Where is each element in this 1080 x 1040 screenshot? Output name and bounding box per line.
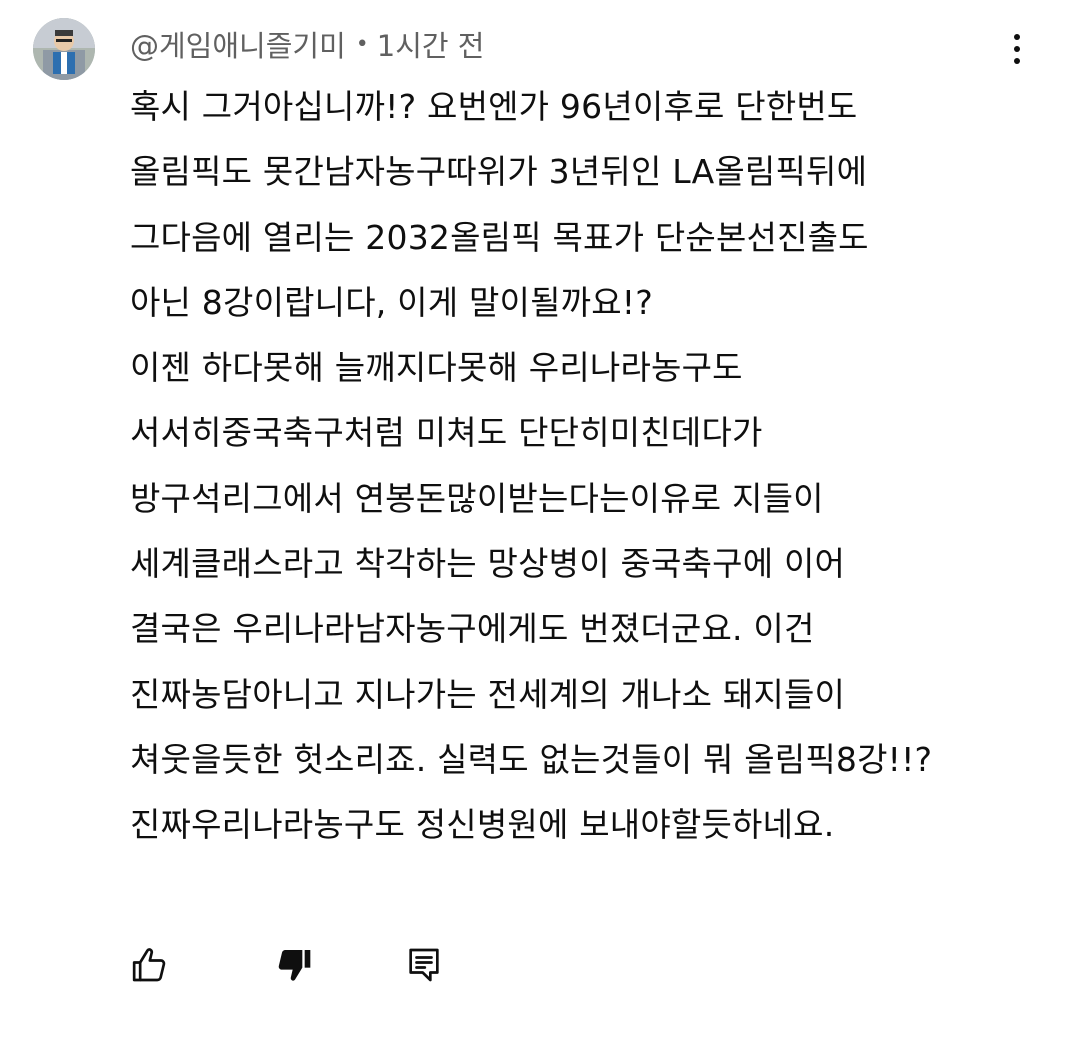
avatar-image bbox=[33, 18, 95, 80]
comment-line: 올림픽도 못간남자농구따위가 3년뒤인 LA올림픽뒤에 bbox=[130, 152, 868, 192]
more-options-button[interactable] bbox=[1000, 28, 1034, 70]
more-vert-icon bbox=[1014, 34, 1020, 40]
separator-dot: • bbox=[355, 31, 369, 57]
more-vert-dot bbox=[1014, 46, 1020, 52]
comment-item: @게임애니즐기미 • 1시간 전 혹시 그거아십니까!? 요번엔가 96년이후로… bbox=[0, 0, 1080, 1040]
comment-line: 진짜우리나라농구도 정신병원에 보내야할듯하네요. bbox=[130, 805, 835, 845]
comment-line: 쳐웃을듯한 헛소리죠. 실력도 없는것들이 뭐 올림픽8강!!? bbox=[130, 739, 933, 779]
dislike-button[interactable] bbox=[271, 942, 317, 988]
comment-line: 아닌 8강이랍니다, 이게 말이될까요!? bbox=[130, 282, 653, 322]
comment-text: 혹시 그거아십니까!? 요번엔가 96년이후로 단한번도 올림픽도 못간남자농구… bbox=[130, 74, 1030, 858]
avatar[interactable] bbox=[33, 18, 95, 80]
comment-line: 혹시 그거아십니까!? 요번엔가 96년이후로 단한번도 bbox=[130, 87, 858, 126]
timestamp[interactable]: 1시간 전 bbox=[377, 23, 485, 65]
author-name[interactable]: @게임애니즐기미 bbox=[130, 23, 346, 65]
reply-comment-icon bbox=[409, 948, 439, 982]
thumb-up-outline-icon bbox=[132, 948, 166, 982]
reply-button[interactable] bbox=[401, 942, 447, 988]
comment-line: 그다음에 열리는 2032올림픽 목표가 단순본선진출도 bbox=[130, 217, 869, 257]
like-button[interactable] bbox=[127, 942, 173, 988]
comment-line: 결국은 우리나라남자농구에게도 번졌더군요. 이건 bbox=[130, 609, 815, 649]
thumb-down-filled-icon bbox=[278, 950, 311, 981]
comment-line: 이젠 하다못해 늘깨지다못해 우리나라농구도 bbox=[130, 348, 743, 388]
comment-line: 서서히중국축구처럼 미쳐도 단단히미친데다가 bbox=[130, 413, 763, 453]
comment-header: @게임애니즐기미 • 1시간 전 bbox=[130, 24, 484, 64]
more-vert-dot bbox=[1014, 58, 1020, 64]
comment-line: 방구석리그에서 연봉돈많이받는다는이유로 지들이 bbox=[130, 478, 824, 518]
comment-line: 진짜농담아니고 지나가는 전세계의 개나소 돼지들이 bbox=[130, 674, 846, 714]
comment-line: 세계클래스라고 착각하는 망상병이 중국축구에 이어 bbox=[130, 544, 846, 584]
comment-actions bbox=[127, 942, 487, 990]
